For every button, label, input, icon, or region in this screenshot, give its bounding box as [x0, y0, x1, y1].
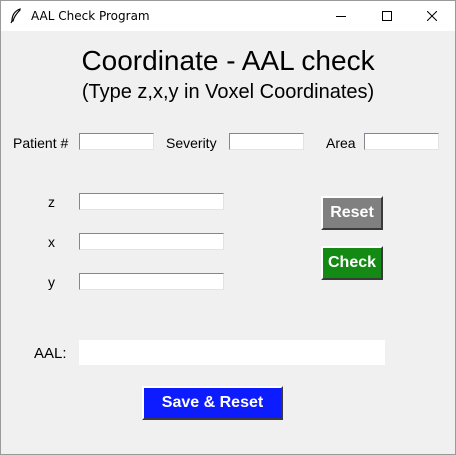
- severity-input[interactable]: [229, 133, 304, 150]
- x-coordinate-input[interactable]: [79, 233, 224, 250]
- maximize-icon: [382, 11, 392, 21]
- page-title: Coordinate - AAL check: [81, 45, 375, 76]
- patient-label: Patient #: [13, 135, 69, 151]
- y-label: y: [48, 274, 55, 290]
- maximize-button[interactable]: [364, 1, 410, 31]
- area-input[interactable]: [364, 133, 439, 150]
- close-button[interactable]: [409, 1, 455, 31]
- close-icon: [427, 11, 437, 21]
- aal-result-field[interactable]: [79, 340, 385, 365]
- aal-label: AAL:: [34, 345, 67, 362]
- minimize-button[interactable]: [318, 1, 364, 31]
- check-button[interactable]: Check: [321, 246, 383, 280]
- minimize-icon: [336, 16, 346, 17]
- reset-button[interactable]: Reset: [321, 196, 383, 230]
- area-label: Area: [326, 135, 356, 151]
- title-bar[interactable]: AAL Check Program: [1, 1, 455, 31]
- save-and-reset-button[interactable]: Save & Reset: [142, 386, 283, 420]
- z-coordinate-input[interactable]: [79, 193, 224, 210]
- feather-icon: [9, 8, 23, 24]
- severity-label: Severity: [166, 135, 217, 151]
- app-window: AAL Check Program Coordinate - AAL check…: [0, 0, 456, 455]
- x-label: x: [48, 234, 55, 250]
- patient-number-input[interactable]: [79, 133, 154, 150]
- z-label: z: [48, 194, 55, 210]
- y-coordinate-input[interactable]: [79, 273, 224, 290]
- page-subtitle: (Type z,x,y in Voxel Coordinates): [81, 81, 375, 103]
- window-title: AAL Check Program: [31, 9, 150, 23]
